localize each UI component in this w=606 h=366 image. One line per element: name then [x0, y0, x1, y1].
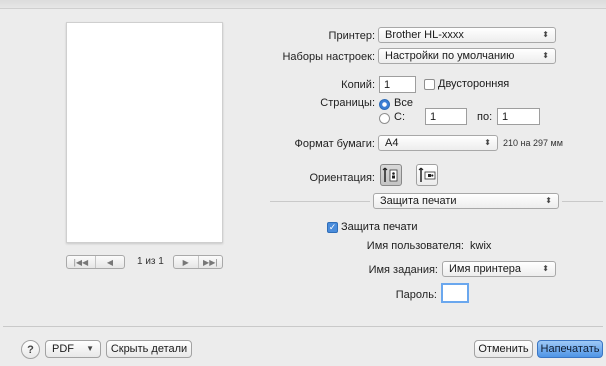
portrait-icon — [382, 167, 398, 182]
username-value: kwix — [470, 240, 492, 252]
paper-size-popup[interactable]: A4 ⬍ — [378, 135, 498, 151]
help-button[interactable]: ? — [21, 340, 40, 359]
pages-to-label: по: — [477, 111, 493, 123]
popup-arrows-icon: ⬍ — [545, 196, 552, 205]
paper-dimensions: 210 на 297 мм — [503, 138, 563, 148]
orientation-landscape-button[interactable] — [416, 164, 438, 186]
printer-value: Brother HL-xxxx — [385, 29, 464, 41]
copies-input[interactable]: 1 — [379, 76, 416, 93]
printer-label: Принтер: — [328, 30, 375, 42]
window-title-strip — [0, 0, 606, 9]
pages-all-label: Все — [394, 97, 413, 109]
section-divider-right — [562, 201, 603, 202]
duplex-label: Двусторонняя — [438, 78, 510, 90]
presets-value: Настройки по умолчанию — [385, 50, 515, 62]
section-divider-left — [270, 201, 370, 202]
hide-details-button[interactable]: Скрыть детали — [106, 340, 192, 358]
popup-arrows-icon: ⬍ — [542, 30, 549, 39]
footer-divider — [3, 326, 603, 327]
page-preview — [66, 22, 223, 243]
secure-print-label: Защита печати — [341, 221, 418, 233]
previous-page-icon[interactable]: ◀ — [96, 256, 124, 268]
orientation-portrait-button[interactable] — [380, 164, 402, 186]
username-label: Имя пользователя: — [366, 240, 464, 252]
landscape-icon — [418, 167, 436, 182]
preview-nav-forward-group[interactable]: ▶ ▶▶| — [173, 255, 223, 269]
first-page-icon[interactable]: |◀◀ — [67, 256, 96, 268]
section-popup[interactable]: Защита печати ⬍ — [373, 193, 559, 209]
chevron-down-icon: ▼ — [86, 344, 94, 353]
orientation-label: Ориентация: — [309, 172, 375, 184]
popup-arrows-icon: ⬍ — [542, 51, 549, 60]
page-count: 1 из 1 — [137, 256, 164, 267]
cancel-button[interactable]: Отменить — [474, 340, 533, 358]
next-page-icon[interactable]: ▶ — [174, 256, 199, 268]
password-input[interactable] — [441, 283, 469, 303]
popup-arrows-icon: ⬍ — [484, 138, 491, 147]
pages-label: Страницы: — [320, 97, 375, 109]
job-name-popup[interactable]: Имя принтера ⬍ — [442, 261, 556, 277]
pages-range-radio[interactable] — [379, 113, 390, 124]
duplex-checkbox[interactable] — [424, 79, 435, 90]
job-name-value: Имя принтера — [449, 263, 522, 275]
job-name-label: Имя задания: — [368, 264, 438, 276]
secure-print-checkbox[interactable]: ✓ — [327, 222, 338, 233]
pdf-label: PDF — [52, 343, 74, 355]
popup-arrows-icon: ⬍ — [542, 264, 549, 273]
print-button[interactable]: Напечатать — [537, 340, 603, 358]
paper-size-label: Формат бумаги: — [294, 138, 375, 150]
pages-all-radio[interactable] — [379, 99, 390, 110]
section-value: Защита печати — [380, 195, 457, 207]
pages-from-input[interactable]: 1 — [425, 108, 467, 125]
printer-popup[interactable]: Brother HL-xxxx ⬍ — [378, 27, 556, 43]
pages-from-label: С: — [394, 111, 405, 123]
last-page-icon[interactable]: ▶▶| — [199, 256, 223, 268]
preview-nav-back-group[interactable]: |◀◀ ◀ — [66, 255, 125, 269]
password-label: Пароль: — [395, 289, 437, 301]
pages-to-input[interactable]: 1 — [497, 108, 540, 125]
presets-label: Наборы настроек: — [282, 51, 375, 63]
pdf-menu-button[interactable]: PDF ▼ — [45, 340, 101, 358]
presets-popup[interactable]: Настройки по умолчанию ⬍ — [378, 48, 556, 64]
copies-label: Копий: — [341, 79, 375, 91]
paper-size-value: A4 — [385, 137, 399, 149]
